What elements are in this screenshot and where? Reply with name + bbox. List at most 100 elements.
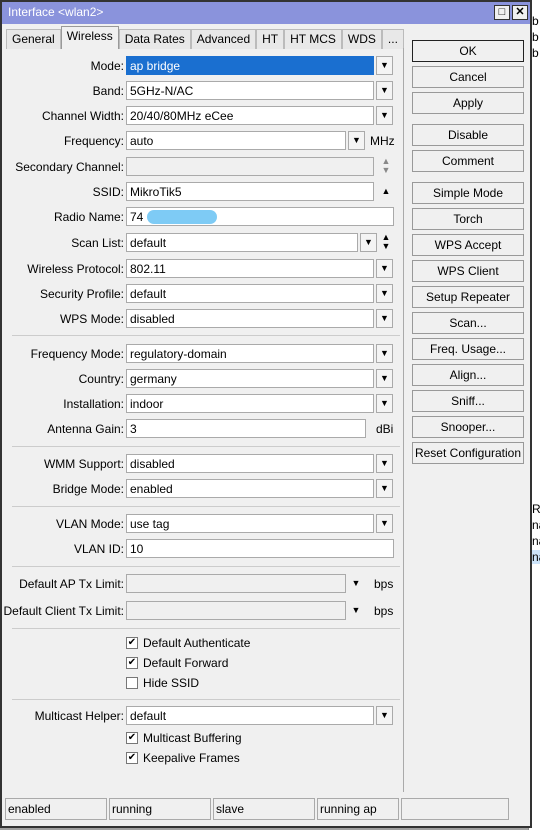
sniff-button[interactable]: Sniff... [412, 390, 524, 412]
default-ap-tx-limit-input[interactable] [126, 574, 346, 593]
checkbox-empty-icon [126, 677, 138, 689]
bridge-mode-select[interactable]: enabled [126, 479, 374, 498]
disable-button[interactable]: Disable [412, 124, 524, 146]
tab-general[interactable]: General [6, 29, 61, 49]
tab-ht[interactable]: HT [256, 29, 285, 49]
dropdown-icon[interactable]: ▼ [376, 259, 393, 278]
divider [12, 335, 400, 336]
dropdown-icon[interactable]: ▼ [376, 514, 393, 533]
wps-client-button[interactable]: WPS Client [412, 260, 524, 282]
wireless-protocol-label: Wireless Protocol: [27, 262, 124, 276]
ok-button[interactable]: OK [412, 40, 524, 62]
country-label: Country: [78, 372, 124, 386]
wmm-support-select[interactable]: disabled [126, 454, 374, 473]
default-authenticate-checkbox[interactable]: ✔ Default Authenticate [126, 635, 250, 651]
wps-mode-select[interactable]: disabled [126, 309, 374, 328]
default-client-tx-limit-input[interactable] [126, 601, 346, 620]
title-bar[interactable]: Interface <wlan2> □ ✕ [2, 2, 530, 24]
tab-wds[interactable]: WDS [341, 29, 382, 49]
dropdown-icon[interactable]: ▼ [376, 56, 393, 75]
antenna-gain-label: Antenna Gain: [47, 422, 124, 436]
keepalive-frames-checkbox[interactable]: ✔ Keepalive Frames [126, 750, 240, 766]
dropdown-icon[interactable]: ▼ [376, 106, 393, 125]
ssid-label: SSID: [92, 185, 124, 199]
wps-accept-button[interactable]: WPS Accept [412, 234, 524, 256]
frequency-label: Frequency: [63, 134, 124, 148]
scan-button[interactable]: Scan... [412, 312, 524, 334]
scan-list-select[interactable]: default [126, 233, 358, 252]
dropdown-icon[interactable]: ▼ [376, 369, 393, 388]
ssid-input[interactable]: MikroTik5 [126, 182, 374, 201]
tab-advanced[interactable]: Advanced [190, 29, 257, 49]
secondary-channel-field[interactable] [126, 157, 374, 176]
dropdown-icon[interactable]: ▼ [376, 344, 393, 363]
dropdown-icon[interactable]: ▼ [348, 131, 365, 150]
setup-repeater-button[interactable]: Setup Repeater [412, 286, 524, 308]
dropdown-icon[interactable]: ▼ [376, 479, 393, 498]
hide-ssid-checkbox[interactable]: Hide SSID [126, 675, 199, 691]
mode-row: Mode: ap bridge ▼ [6, 56, 404, 76]
wps-mode-label: WPS Mode: [59, 312, 124, 326]
cancel-button[interactable]: Cancel [412, 66, 524, 88]
dropdown-icon[interactable]: ▼ [376, 284, 393, 303]
status-enabled: enabled [5, 798, 107, 820]
dropdown-icon[interactable]: ▼ [376, 309, 393, 328]
radio-name-input[interactable]: 74 [126, 207, 394, 226]
band-row: Band: 5GHz-N/AC ▼ [6, 81, 404, 101]
up-down-icon[interactable]: ▲ ▼ [380, 157, 392, 176]
dropdown-icon[interactable]: ▼ [360, 233, 377, 252]
country-select[interactable]: germany [126, 369, 374, 388]
antenna-gain-unit: dBi [376, 422, 394, 436]
maximize-icon[interactable]: □ [494, 5, 510, 20]
scan-list-label: Scan List: [71, 236, 124, 250]
dropdown-icon[interactable]: ▼ [376, 394, 393, 413]
align-button[interactable]: Align... [412, 364, 524, 386]
default-forward-checkbox[interactable]: ✔ Default Forward [126, 655, 228, 671]
tab-more[interactable]: ... [381, 29, 404, 49]
background-text: na [532, 550, 540, 564]
reset-configuration-button[interactable]: Reset Configuration [412, 442, 524, 464]
default-ap-tx-limit-row: Default AP Tx Limit: ▼ bps [6, 574, 404, 594]
multicast-helper-select[interactable]: default [126, 706, 374, 725]
installation-select[interactable]: indoor [126, 394, 374, 413]
tab-ht-mcs[interactable]: HT MCS [284, 29, 342, 49]
close-icon[interactable]: ✕ [512, 5, 528, 20]
dropdown-icon[interactable]: ▼ [376, 81, 393, 100]
secondary-channel-row: Secondary Channel: ▲ ▼ [6, 157, 404, 177]
channel-width-select[interactable]: 20/40/80MHz eCee [126, 106, 374, 125]
band-select[interactable]: 5GHz-N/AC [126, 81, 374, 100]
wireless-panel: Mode: ap bridge ▼ Band: 5GHz-N/AC ▼ Channel … [4, 48, 404, 792]
window-title: Interface <wlan2> [8, 5, 104, 19]
antenna-gain-input[interactable]: 3 [126, 419, 366, 438]
radio-name-label: Radio Name: [53, 210, 124, 224]
comment-button[interactable]: Comment [412, 150, 524, 172]
channel-width-label: Channel Width: [41, 109, 124, 123]
security-profile-select[interactable]: default [126, 284, 374, 303]
up-down-icon[interactable]: ▲ ▼ [380, 233, 392, 252]
mode-select[interactable]: ap bridge [126, 56, 374, 75]
dropdown-icon[interactable]: ▼ [376, 706, 393, 725]
background-text: na [532, 518, 540, 532]
security-profile-label: Security Profile: [39, 287, 124, 301]
collapse-icon[interactable]: ▲ [380, 182, 392, 201]
background-text: b [532, 46, 539, 60]
frequency-select[interactable]: auto [126, 131, 346, 150]
vlan-mode-select[interactable]: use tag [126, 514, 374, 533]
dropdown-icon[interactable]: ▼ [350, 601, 362, 620]
radio-name-value: 74 [130, 210, 144, 224]
torch-button[interactable]: Torch [412, 208, 524, 230]
ssid-row: SSID: MikroTik5 ▲ [6, 182, 404, 202]
frequency-mode-select[interactable]: regulatory-domain [126, 344, 374, 363]
dropdown-icon[interactable]: ▼ [350, 574, 362, 593]
vlan-id-input[interactable]: 10 [126, 539, 394, 558]
snooper-button[interactable]: Snooper... [412, 416, 524, 438]
tab-wireless[interactable]: Wireless [60, 26, 119, 49]
vlan-mode-label: VLAN Mode: [55, 517, 124, 531]
apply-button[interactable]: Apply [412, 92, 524, 114]
wireless-protocol-select[interactable]: 802.11 [126, 259, 374, 278]
simple-mode-button[interactable]: Simple Mode [412, 182, 524, 204]
dropdown-icon[interactable]: ▼ [376, 454, 393, 473]
freq-usage-button[interactable]: Freq. Usage... [412, 338, 524, 360]
tab-data-rates[interactable]: Data Rates [118, 29, 191, 49]
multicast-buffering-checkbox[interactable]: ✔ Multicast Buffering [126, 730, 242, 746]
